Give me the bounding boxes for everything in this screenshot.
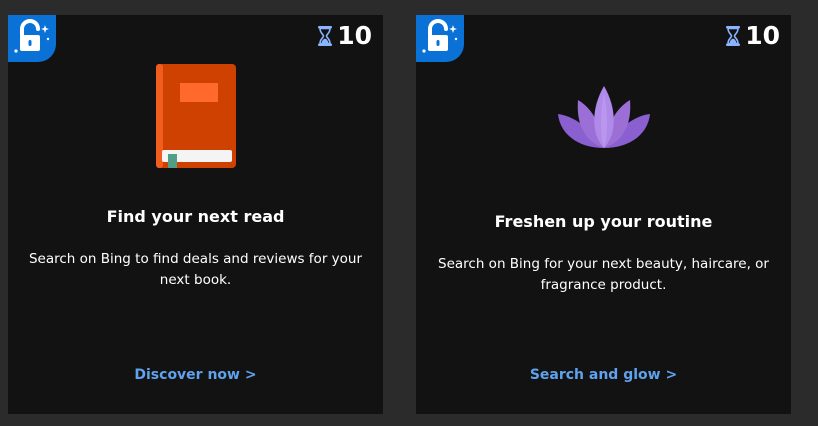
points-indicator: 10	[725, 22, 780, 50]
card-title: Freshen up your routine	[494, 212, 713, 231]
hourglass-icon	[318, 26, 333, 46]
rewards-cards-row: 10 Find your next read Search on Bing to…	[0, 0, 818, 426]
unlocked-badge	[8, 15, 56, 62]
unlocked-padlock-icon	[422, 19, 458, 53]
discover-now-link[interactable]: Discover now >	[8, 367, 383, 383]
points-value: 10	[745, 21, 780, 50]
lotus-icon	[557, 86, 650, 148]
points-indicator: 10	[317, 22, 372, 50]
offer-card-find-your-next-read[interactable]: 10 Find your next read Search on Bing to…	[8, 15, 383, 414]
hourglass-icon	[726, 26, 741, 46]
offer-card-freshen-up-your-routine[interactable]: 10 Freshen up your routine Search on Bin…	[416, 15, 791, 414]
unlocked-badge	[416, 15, 464, 62]
card-title: Find your next read	[106, 207, 285, 226]
unlocked-padlock-icon	[14, 19, 50, 53]
search-and-glow-link[interactable]: Search and glow >	[416, 367, 791, 383]
points-value: 10	[337, 21, 372, 50]
card-description: Search on Bing for your next beauty, hai…	[438, 256, 769, 293]
book-icon	[155, 64, 236, 168]
card-description: Search on Bing to find deals and reviews…	[28, 251, 363, 288]
